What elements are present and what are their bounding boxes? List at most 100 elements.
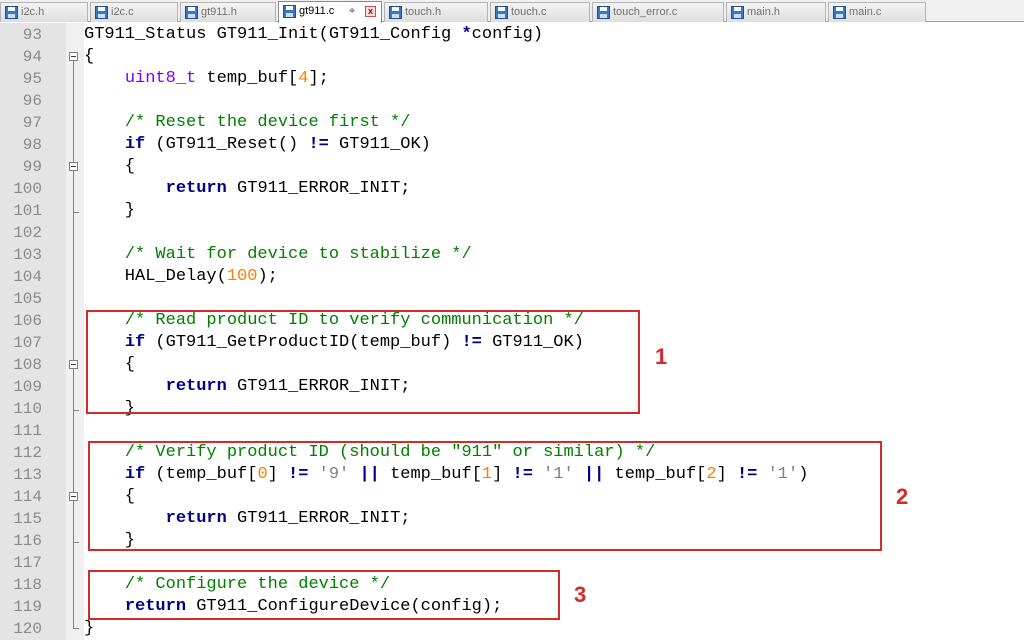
tab-gt911-c[interactable]: gt911.c ⌖ x [278, 1, 382, 23]
pin-icon[interactable]: ⌖ [349, 2, 355, 21]
fold-line [73, 501, 74, 542]
code-text: return GT911_ERROR_INIT; [84, 178, 411, 200]
line-number: 95 [22, 70, 42, 88]
tab-gt911-h[interactable]: gt911.h [180, 2, 276, 22]
code-line[interactable]: 100 return GT911_ERROR_INIT; [0, 178, 1024, 200]
fold-end [73, 628, 79, 629]
highlight-box-3 [88, 570, 560, 620]
fold-line [73, 369, 74, 410]
code-token: (GT911_Reset() [145, 135, 309, 154]
line-number: 97 [22, 114, 42, 132]
fold-toggle-icon[interactable] [69, 52, 78, 61]
code-text: if (GT911_Reset() != GT911_OK) [84, 134, 431, 156]
line-number: 110 [13, 400, 42, 418]
code-text: /* Reset the device first */ [84, 112, 411, 134]
code-text: GT911_Status GT911_Init(GT911_Config *co… [84, 24, 543, 46]
code-line[interactable]: 105 [0, 288, 1024, 310]
close-tab-icon[interactable]: x [365, 6, 376, 17]
line-number: 117 [13, 554, 42, 572]
code-line[interactable]: 102 [0, 222, 1024, 244]
file-save-icon [731, 6, 744, 19]
line-number: 102 [13, 224, 42, 242]
code-line[interactable]: 95 uint8_t temp_buf[4]; [0, 68, 1024, 90]
code-line[interactable]: 101 } [0, 200, 1024, 222]
code-line[interactable]: 98 if (GT911_Reset() != GT911_OK) [0, 134, 1024, 156]
tab-main-c[interactable]: main.c [828, 2, 926, 22]
fold-end [73, 410, 79, 411]
line-number: 101 [13, 202, 42, 220]
code-text: { [84, 46, 94, 68]
line-number: 112 [13, 444, 42, 462]
code-token: HAL_Delay( [84, 267, 227, 286]
line-number: 108 [13, 356, 42, 374]
code-token: { [84, 157, 136, 176]
file-save-icon [5, 6, 18, 19]
code-editor[interactable]: 93 GT911_Status GT911_Init(GT911_Config *… [0, 23, 1024, 640]
code-token: /* Reset the device first */ [124, 113, 411, 132]
fold-end [73, 212, 79, 213]
line-number: 119 [13, 598, 42, 616]
code-text: /* Wait for device to stabilize */ [84, 244, 472, 266]
highlight-box-1 [86, 310, 640, 414]
code-text: { [84, 156, 135, 178]
tab-label: touch_error.c [613, 6, 678, 18]
line-number: 115 [13, 510, 42, 528]
code-token: GT911_ERROR_INIT; [226, 179, 411, 198]
code-token: temp_buf[ [196, 69, 299, 88]
line-number: 120 [13, 620, 42, 638]
tab-main-h[interactable]: main.h [726, 2, 826, 22]
code-line[interactable]: 96 [0, 90, 1024, 112]
code-token: ); [257, 267, 278, 286]
tab-i2c-h[interactable]: i2c.h [0, 2, 88, 22]
tab-touch-c[interactable]: touch.c [490, 2, 590, 22]
fold-toggle-icon[interactable] [69, 360, 78, 369]
line-number: 107 [13, 334, 42, 352]
code-line[interactable]: 97 /* Reset the device first */ [0, 112, 1024, 134]
tab-touch-error-c[interactable]: touch_error.c [592, 2, 724, 22]
code-token: GT911_Status GT911_Init(GT911_Config [84, 25, 462, 44]
fold-toggle-icon[interactable] [69, 162, 78, 171]
code-line[interactable]: 104 HAL_Delay(100); [0, 266, 1024, 288]
code-line[interactable]: 93 GT911_Status GT911_Init(GT911_Config *… [0, 24, 1024, 46]
code-line[interactable]: 99 { [0, 156, 1024, 178]
tab-label: gt911.h [201, 6, 237, 18]
file-save-icon [597, 6, 610, 19]
tab-label: touch.h [405, 6, 442, 18]
code-line[interactable]: 94 { [0, 46, 1024, 68]
code-token: return [165, 179, 227, 198]
code-token: uint8_t [124, 69, 197, 88]
annotation-label-1: 1 [655, 344, 668, 369]
fold-line [73, 171, 74, 212]
code-text: HAL_Delay(100); [84, 266, 278, 288]
file-save-icon [389, 6, 402, 19]
file-save-icon [185, 6, 198, 19]
code-line[interactable]: 120} [0, 618, 1024, 640]
line-number: 104 [13, 268, 42, 286]
code-token: } [84, 201, 136, 220]
code-token: ]; [308, 69, 329, 88]
line-number: 105 [13, 290, 42, 308]
line-number: 106 [13, 312, 42, 330]
tab-bar: i2c.h i2c.c gt911.h gt911.c ⌖ x touch.h … [0, 0, 1024, 23]
tab-label: main.c [849, 6, 882, 18]
code-line[interactable]: 111 [0, 420, 1024, 442]
tab-i2c-c[interactable]: i2c.c [90, 2, 178, 22]
code-line[interactable]: 103 /* Wait for device to stabilize */ [0, 244, 1024, 266]
code-token: /* Wait for device to stabilize */ [124, 245, 472, 264]
annotation-label-2: 2 [896, 484, 909, 509]
line-number: 103 [13, 246, 42, 264]
line-number: 93 [22, 26, 42, 44]
line-number: 94 [22, 48, 42, 66]
fold-toggle-icon[interactable] [69, 492, 78, 501]
tab-touch-h[interactable]: touch.h [384, 2, 488, 22]
code-text: } [84, 200, 135, 222]
file-save-icon [283, 5, 296, 18]
file-save-icon [95, 6, 108, 19]
code-token: { [84, 47, 95, 66]
line-number: 96 [22, 92, 42, 110]
code-token: } [84, 619, 95, 638]
